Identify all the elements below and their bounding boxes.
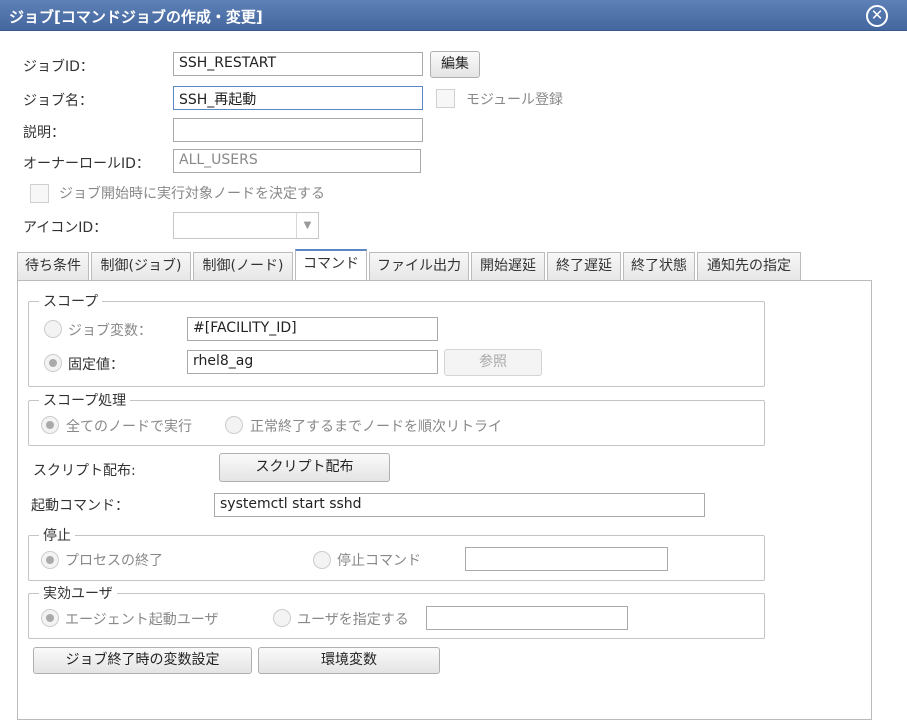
specify-user-label: ユーザを指定する xyxy=(297,612,409,628)
module-register-checkbox[interactable] xyxy=(436,89,455,108)
tab-file-output[interactable]: ファイル出力 xyxy=(369,252,469,281)
var-settings-button[interactable]: ジョブ終了時の変数設定 xyxy=(33,647,252,674)
fixed-value-label: 固定値： xyxy=(68,357,124,373)
scope-legend: スコープ xyxy=(43,294,99,310)
module-register-label: モジュール登録 xyxy=(466,92,564,108)
icon-id-select[interactable]: ▼ xyxy=(173,212,319,239)
description-label: 説明： xyxy=(23,125,65,141)
window-titlebar: ジョブ[コマンドジョブの作成・変更] ✕ xyxy=(0,0,907,31)
env-vars-button[interactable]: 環境変数 xyxy=(258,647,440,674)
script-distribution-button[interactable]: スクリプト配布 xyxy=(219,453,390,482)
agent-user-radio[interactable] xyxy=(41,609,59,627)
stop-command-input[interactable] xyxy=(465,547,668,571)
tab-notification[interactable]: 通知先の指定 xyxy=(697,252,801,281)
all-nodes-radio[interactable] xyxy=(41,416,59,434)
stop-command-radio[interactable] xyxy=(313,551,331,569)
chevron-down-icon: ▼ xyxy=(296,213,318,238)
tab-command[interactable]: コマンド xyxy=(295,249,367,282)
tab-start-delay[interactable]: 開始遅延 xyxy=(471,252,545,281)
job-id-label: ジョブID： xyxy=(23,59,94,75)
job-variable-radio[interactable] xyxy=(44,320,62,338)
decide-node-checkbox[interactable] xyxy=(30,184,49,203)
reference-button[interactable]: 参照 xyxy=(444,349,542,376)
edit-button[interactable]: 編集 xyxy=(430,51,480,78)
scope-process-legend: スコープ処理 xyxy=(43,393,127,409)
job-variable-label: ジョブ変数： xyxy=(68,323,152,339)
process-end-radio[interactable] xyxy=(41,551,59,569)
tab-end-delay[interactable]: 終了遅延 xyxy=(547,252,621,281)
stop-command-label: 停止コマンド xyxy=(337,553,421,569)
agent-user-label: エージェント起動ユーザ xyxy=(65,612,219,628)
retry-radio[interactable] xyxy=(225,416,243,434)
job-name-label: ジョブ名： xyxy=(23,93,93,109)
fixed-value-input[interactable]: rhel8_ag xyxy=(187,350,438,374)
retry-label: 正常終了するまでノードを順次リトライ xyxy=(250,419,502,435)
tab-control-node[interactable]: 制御(ノード) xyxy=(193,252,293,281)
tab-control-job[interactable]: 制御(ジョブ) xyxy=(91,252,191,281)
close-icon[interactable]: ✕ xyxy=(866,5,888,27)
start-command-label: 起動コマンド： xyxy=(31,498,129,514)
process-end-label: プロセスの終了 xyxy=(65,553,163,569)
start-command-input[interactable]: systemctl start sshd xyxy=(214,493,705,517)
owner-role-input[interactable]: ALL_USERS xyxy=(173,149,421,173)
job-id-input[interactable]: SSH_RESTART xyxy=(173,52,423,76)
all-nodes-label: 全てのノードで実行 xyxy=(66,419,192,435)
decide-node-label: ジョブ開始時に実行対象ノードを決定する xyxy=(59,186,325,202)
specify-user-radio[interactable] xyxy=(273,609,291,627)
effective-user-legend: 実効ユーザ xyxy=(43,586,113,602)
tab-wait-condition[interactable]: 待ち条件 xyxy=(17,252,89,281)
tab-end-status[interactable]: 終了状態 xyxy=(623,252,695,281)
icon-id-label: アイコンID： xyxy=(23,220,108,236)
job-variable-input[interactable]: #[FACILITY_ID] xyxy=(187,317,438,341)
description-input[interactable] xyxy=(173,118,423,142)
script-distribution-label: スクリプト配布: xyxy=(33,463,136,479)
stop-legend: 停止 xyxy=(43,528,71,544)
fixed-value-radio[interactable] xyxy=(44,354,62,372)
owner-role-label: オーナーロールID： xyxy=(23,156,150,172)
user-input[interactable] xyxy=(426,606,628,630)
job-name-input[interactable]: SSH_再起動 xyxy=(173,86,423,110)
window-title: ジョブ[コマンドジョブの作成・変更] xyxy=(9,8,263,26)
